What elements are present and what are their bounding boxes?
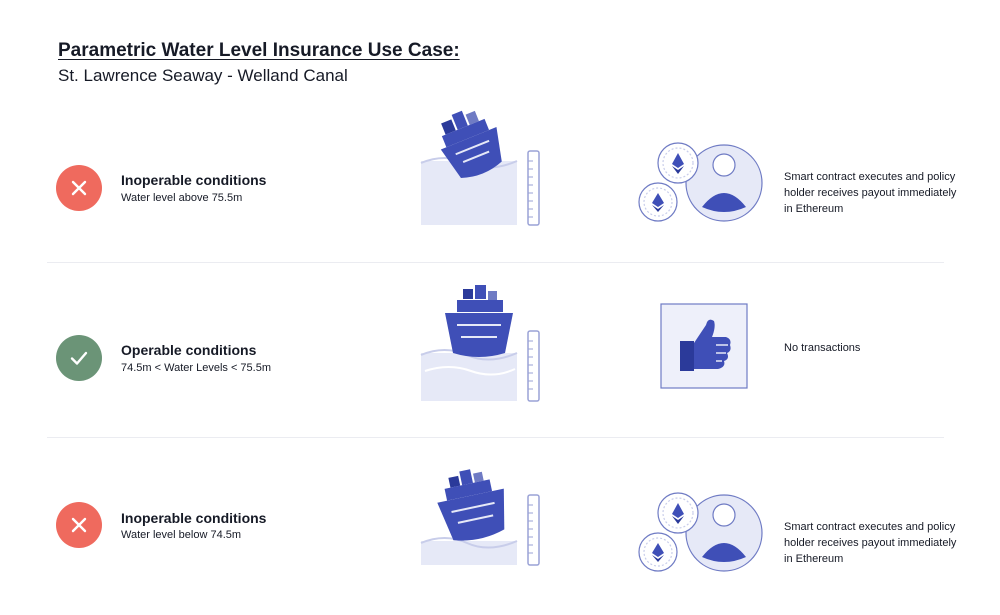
outcome-text: Smart contract executes and policy holde…: [784, 521, 957, 565]
scenario-row-inoperable-high: Inoperable conditions Water level above …: [0, 105, 1000, 275]
page-subtitle: St. Lawrence Seaway - Welland Canal: [58, 66, 348, 85]
condition-title: Operable conditions: [121, 342, 257, 358]
tilted-ship-low-water-icon: [420, 469, 540, 566]
scenario-row-operable: Operable conditions 74.5m < Water Levels…: [0, 275, 1000, 445]
x-icon: [56, 165, 102, 211]
ethereum-payout-icon: [638, 492, 763, 572]
check-icon: [56, 335, 102, 381]
section-divider: [47, 262, 944, 263]
tilted-ship-high-water-icon: [420, 110, 540, 226]
ship-normal-water-icon: [420, 285, 540, 402]
outcome-text: Smart contract executes and policy holde…: [784, 171, 957, 215]
condition-title: Inoperable conditions: [121, 510, 267, 526]
condition-description: Water level above 75.5m: [121, 192, 243, 204]
condition-title: Inoperable conditions: [121, 172, 267, 188]
x-icon: [56, 502, 102, 548]
page-title: Parametric Water Level Insurance Use Cas…: [58, 40, 460, 61]
condition-description: Water level below 74.5m: [121, 529, 242, 541]
thumbs-up-icon: [660, 303, 748, 389]
condition-description: 74.5m < Water Levels < 75.5m: [121, 362, 271, 374]
scenario-row-inoperable-low: Inoperable conditions Water level below …: [0, 445, 1000, 615]
outcome-text: No transactions: [784, 342, 861, 354]
ethereum-payout-icon: [638, 142, 763, 222]
